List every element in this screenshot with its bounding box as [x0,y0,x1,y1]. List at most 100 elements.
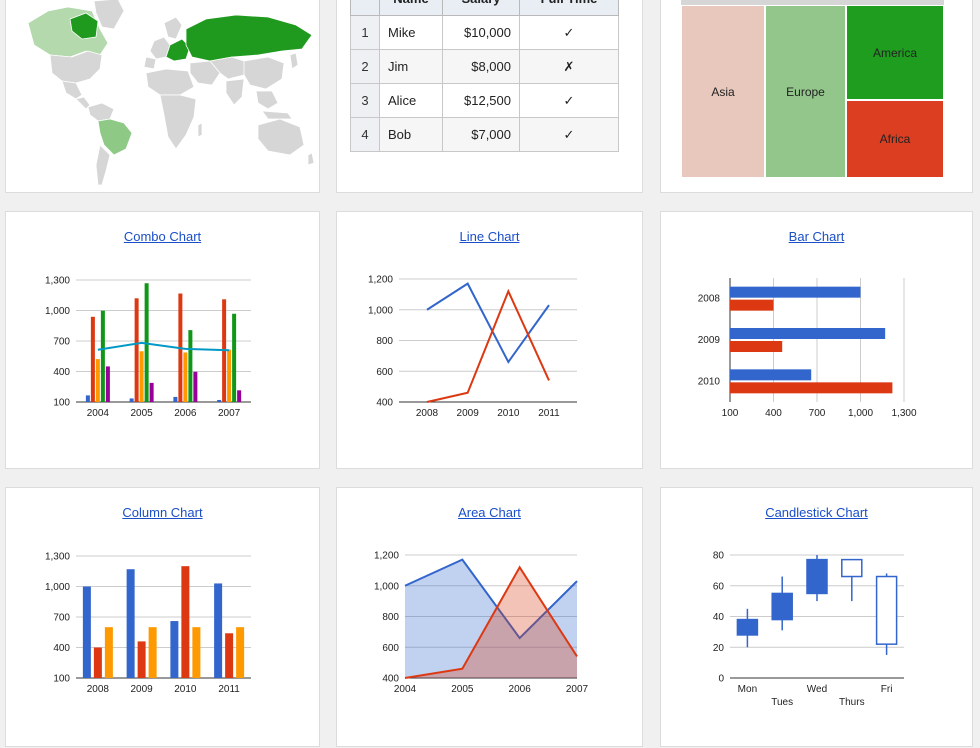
y-tick-label: 100 [53,398,70,409]
y-tick-label: 800 [376,336,393,347]
bar-rect [730,369,812,381]
cell-salary: $12,500 [442,83,520,118]
row-index: 4 [350,117,380,152]
y-tick-label: 100 [53,674,70,685]
bar-rect [730,341,783,352]
column-bar [104,627,113,678]
table-header-index [350,0,380,16]
x-tick-label: 2005 [131,408,154,419]
x-tick-label: 2004 [394,684,417,695]
cell-salary: $10,000 [442,15,520,50]
x-tick-label: 2008 [87,684,110,695]
x-tick-label: 2011 [538,408,560,419]
map-iberia [143,56,157,70]
table-chart-card: Name Salary Full Time 1 Mike $10,000 ✓ 2… [336,0,643,193]
combo-average-line [97,341,230,352]
x-tick-label: 2007 [218,408,241,419]
y-tick-label: 0 [718,674,724,685]
treemap-node-africa[interactable]: Africa [846,100,944,178]
x-tick-label: 100 [722,408,739,419]
x-tick-label: 2006 [509,684,532,695]
y-tick-label: 700 [53,613,70,624]
x-tick-label: Mon [738,684,757,695]
x-tick-label: Fri [881,684,893,695]
candle-body [841,558,863,578]
y-tick-label: 700 [53,337,70,348]
map-south-america-south [95,144,111,186]
table-header-row: Name Salary Full Time [350,0,619,16]
x-tick-label: Wed [807,684,827,695]
bar-rect [730,328,886,339]
table-row[interactable]: 1 Mike $10,000 ✓ [350,15,619,50]
map-scandinavia [163,16,183,40]
bar-chart[interactable]: 100 400 700 1,000 1,300 2008 2009 2010 [661,212,974,470]
map-indonesia [261,110,293,120]
map-usa [49,50,103,84]
table-row[interactable]: 4 Bob $7,000 ✓ [350,117,619,152]
y-tick-label: 2009 [698,335,721,346]
column-chart[interactable]: 100 400 700 1,000 1,300 2008 2009 2010 2011 [6,488,321,748]
combo-bar [149,382,154,402]
candlestick-chart[interactable]: 0 20 40 60 80 Mon Tues Wed Thurs Fri [661,488,974,748]
candle-body [806,558,828,595]
combo-bar [129,398,134,402]
column-bar [93,647,102,678]
combo-bar [227,349,232,402]
cell-full-time: ✗ [519,49,619,84]
x-tick-label: 2009 [457,408,480,419]
cell-full-time: ✓ [519,83,619,118]
table-header-salary[interactable]: Salary [442,0,520,16]
y-tick-label: 60 [713,581,725,592]
table-header-name[interactable]: Name [379,0,443,16]
table-header-full-time[interactable]: Full Time [519,0,619,16]
x-tick-label: Thurs [839,697,865,708]
column-bar [148,627,157,678]
y-tick-label: 400 [53,367,70,378]
y-tick-label: 800 [382,612,399,623]
y-tick-label: 600 [376,367,393,378]
geo-map[interactable] [6,0,320,193]
map-southeast-asia [255,90,279,110]
column-bar [137,641,146,678]
combo-bar [134,298,139,402]
cell-full-time: ✓ [519,117,619,152]
treemap-node-asia[interactable]: Asia [681,5,765,178]
x-tick-label: 2004 [87,408,110,419]
y-tick-label: 1,000 [45,582,70,593]
x-tick-label: 400 [765,408,782,419]
combo-bar [217,399,222,402]
combo-bar [100,310,105,402]
combo-bar [85,395,90,402]
table-row[interactable]: 3 Alice $12,500 ✓ [350,83,619,118]
treemap-node-europe[interactable]: Europe [765,5,846,178]
line-chart[interactable]: 400 600 800 1,000 1,200 2008 2009 2010 2011 [337,212,644,470]
combo-bar [90,316,95,402]
cell-full-time: ✓ [519,15,619,50]
combo-bar [139,351,144,402]
x-tick-label: 2010 [174,684,197,695]
map-australia [257,118,305,156]
area-chart[interactable]: 400 600 800 1,000 1,200 2004 2005 2006 2007 [337,488,644,748]
treemap-node-america[interactable]: America [846,5,944,100]
column-bar [82,586,91,678]
cell-salary: $7,000 [442,117,520,152]
bar-rect [730,286,861,298]
cell-name: Jim [379,49,443,84]
y-tick-label: 400 [376,398,393,409]
treemap-card: Asia Europe America Africa [660,0,973,193]
x-tick-label: 2006 [174,408,197,419]
x-tick-label: 1,000 [848,408,873,419]
x-tick-label: 2009 [131,684,154,695]
x-tick-label: 2007 [566,684,589,695]
line-chart-card: Line Chart 400 600 800 1,000 1,200 2008 2009 20… [336,211,643,469]
map-africa-south [159,94,197,150]
combo-chart[interactable]: 100 400 700 1,000 1,300 2004 2005 2006 2007 [6,212,321,470]
y-tick-label: 20 [713,643,725,654]
bar-chart-card: Bar Chart 100 400 700 1,000 1,300 2008 2009 201… [660,211,973,469]
candle-body [736,618,759,636]
y-tick-label: 1,200 [368,275,393,286]
employee-table: Name Salary Full Time 1 Mike $10,000 ✓ 2… [350,0,619,152]
candle-body [875,575,898,645]
combo-bar [188,330,193,402]
table-row[interactable]: 2 Jim $8,000 ✗ [350,49,619,84]
